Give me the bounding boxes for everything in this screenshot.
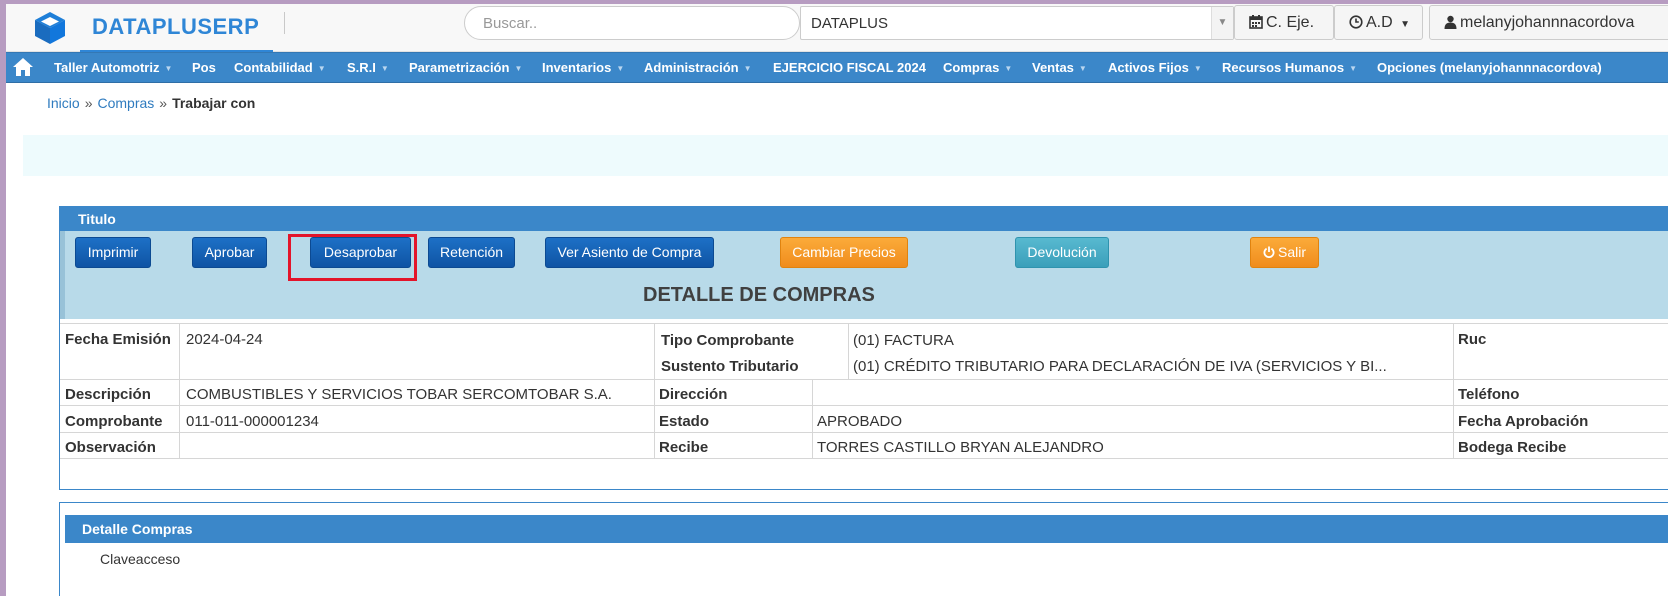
menu-item-ventas[interactable]: Ventas ▼ <box>1032 60 1087 75</box>
menu-item-ejercicio-fiscal[interactable]: EJERCICIO FISCAL 2024 <box>773 60 926 75</box>
caret-down-icon: ▼ <box>743 64 752 73</box>
ad-dropdown-button[interactable]: A.D ▼ <box>1334 5 1423 40</box>
caret-down-icon: ▼ <box>317 64 326 73</box>
desaprobar-button[interactable]: Desaprobar <box>310 237 411 268</box>
detalle-compras-panel: Detalle Compras Claveacceso <box>59 502 1668 596</box>
ruc-label: Ruc <box>1458 331 1487 348</box>
direccion-label: Dirección <box>659 386 728 403</box>
detalle-compras-title: Detalle Compras <box>65 515 1668 543</box>
menu-item-opciones[interactable]: Opciones (melanyjohannnacordova) <box>1377 60 1602 75</box>
menu-item-sri[interactable]: S.R.I ▼ <box>347 60 389 75</box>
devolucion-button[interactable]: Devolución <box>1015 237 1109 268</box>
user-name: melanyjohannnacordova <box>1460 14 1635 31</box>
power-icon <box>1263 246 1275 259</box>
main-menu: Taller Automotriz ▼ Pos Contabilidad ▼ S.R… <box>6 52 1668 83</box>
user-icon <box>1444 15 1457 29</box>
app-window: DATAPLUSERP DATAPLUS ▼ C. Eje. A.D ▼ <box>6 4 1668 596</box>
comprobante-value: 011-011-000001234 <box>186 413 319 430</box>
caret-down-icon: ▼ <box>1193 64 1202 73</box>
user-menu-button[interactable]: melanyjohannnacordova <box>1429 5 1668 40</box>
caret-down-icon: ▼ <box>1004 64 1013 73</box>
detail-title: DETALLE DE COMPRAS <box>643 284 875 306</box>
home-icon[interactable] <box>12 56 34 78</box>
caret-down-icon: ▼ <box>164 64 173 73</box>
descripcion-value: COMBUSTIBLES Y SERVICIOS TOBAR SERCOMTOB… <box>186 386 612 403</box>
sustento-tributario-value: (01) CRÉDITO TRIBUTARIO PARA DECLARACIÓN… <box>853 358 1387 375</box>
caret-down-icon: ▼ <box>1078 64 1087 73</box>
search-input[interactable] <box>464 6 800 40</box>
header-divider <box>284 12 285 34</box>
breadcrumb-home-link[interactable]: Inicio <box>47 95 80 111</box>
caret-down-icon: ▼ <box>1349 64 1358 73</box>
ad-button-label: A.D <box>1366 14 1393 31</box>
sustento-tributario-label: Sustento Tributario <box>661 358 799 375</box>
estado-label: Estado <box>659 413 710 430</box>
panel-title: Titulo <box>60 207 1668 231</box>
imprimir-button[interactable]: Imprimir <box>75 237 151 268</box>
cambiar-precios-button[interactable]: Cambiar Precios <box>780 237 908 268</box>
top-header: DATAPLUSERP DATAPLUS ▼ C. Eje. A.D ▼ <box>6 4 1668 52</box>
menu-item-contabilidad[interactable]: Contabilidad ▼ <box>234 60 326 75</box>
salir-button-label: Salir <box>1277 244 1306 260</box>
caret-down-icon: ▼ <box>1400 19 1411 30</box>
compra-info-grid: Fecha Emisión 2024-04-24 Tipo Comprobant… <box>60 323 1668 461</box>
menu-item-recursos-humanos[interactable]: Recursos Humanos ▼ <box>1222 60 1357 75</box>
caret-down-icon: ▼ <box>616 64 625 73</box>
company-select[interactable]: DATAPLUS ▼ <box>800 6 1234 40</box>
tipo-comprobante-label: Tipo Comprobante <box>661 332 795 349</box>
observacion-label: Observación <box>65 439 156 456</box>
breadcrumb: Inicio» Compras» Trabajar con <box>47 95 256 111</box>
tipo-comprobante-value: (01) FACTURA <box>853 332 954 349</box>
estado-value: APROBADO <box>817 413 903 430</box>
menu-item-taller-automotriz[interactable]: Taller Automotriz ▼ <box>54 60 172 75</box>
caret-down-icon: ▼ <box>380 64 389 73</box>
detalle-panel: Titulo Imprimir Aprobar Desaprobar Reten… <box>59 206 1668 490</box>
menu-item-pos[interactable]: Pos <box>192 60 216 75</box>
breadcrumb-compras-link[interactable]: Compras <box>97 95 154 111</box>
claveacceso-label: Claveacceso <box>100 551 181 567</box>
menu-item-administracion[interactable]: Administración ▼ <box>644 60 752 75</box>
fecha-emision-label: Fecha Emisión <box>65 331 171 348</box>
ver-asiento-button[interactable]: Ver Asiento de Compra <box>545 237 714 268</box>
cube-icon[interactable] <box>32 10 68 46</box>
menu-item-compras[interactable]: Compras ▼ <box>943 60 1012 75</box>
company-select-value: DATAPLUS <box>811 15 888 32</box>
bodega-recibe-label: Bodega Recibe <box>1458 439 1567 456</box>
recibe-value: TORRES CASTILLO BRYAN ALEJANDRO <box>817 439 1104 456</box>
info-strip <box>23 135 1668 176</box>
menu-item-activos-fijos[interactable]: Activos Fijos ▼ <box>1108 60 1202 75</box>
chevron-down-icon[interactable]: ▼ <box>1211 7 1233 39</box>
fecha-aprobacion-label: Fecha Aprobación <box>1458 413 1589 430</box>
caret-down-icon: ▼ <box>514 64 523 73</box>
fecha-emision-value: 2024-04-24 <box>186 331 263 348</box>
comprobante-label: Comprobante <box>65 413 163 430</box>
ejercicio-button-label: C. Eje. <box>1266 14 1315 31</box>
telefono-label: Teléfono <box>1458 386 1520 403</box>
menu-item-inventarios[interactable]: Inventarios ▼ <box>542 60 624 75</box>
action-toolbar: Imprimir Aprobar Desaprobar Retención Ve… <box>60 231 1668 319</box>
aprobar-button[interactable]: Aprobar <box>192 237 267 268</box>
ejercicio-button[interactable]: C. Eje. <box>1234 5 1334 40</box>
recibe-label: Recibe <box>659 439 709 456</box>
descripcion-label: Descripción <box>65 386 151 403</box>
salir-button[interactable]: Salir <box>1250 237 1319 268</box>
brand-name[interactable]: DATAPLUSERP <box>92 14 259 40</box>
retencion-button[interactable]: Retención <box>428 237 515 268</box>
calendar-icon <box>1249 15 1263 29</box>
breadcrumb-current: Trabajar con <box>172 95 256 111</box>
menu-item-parametrizacion[interactable]: Parametrización ▼ <box>409 60 522 75</box>
clock-icon <box>1349 15 1363 29</box>
